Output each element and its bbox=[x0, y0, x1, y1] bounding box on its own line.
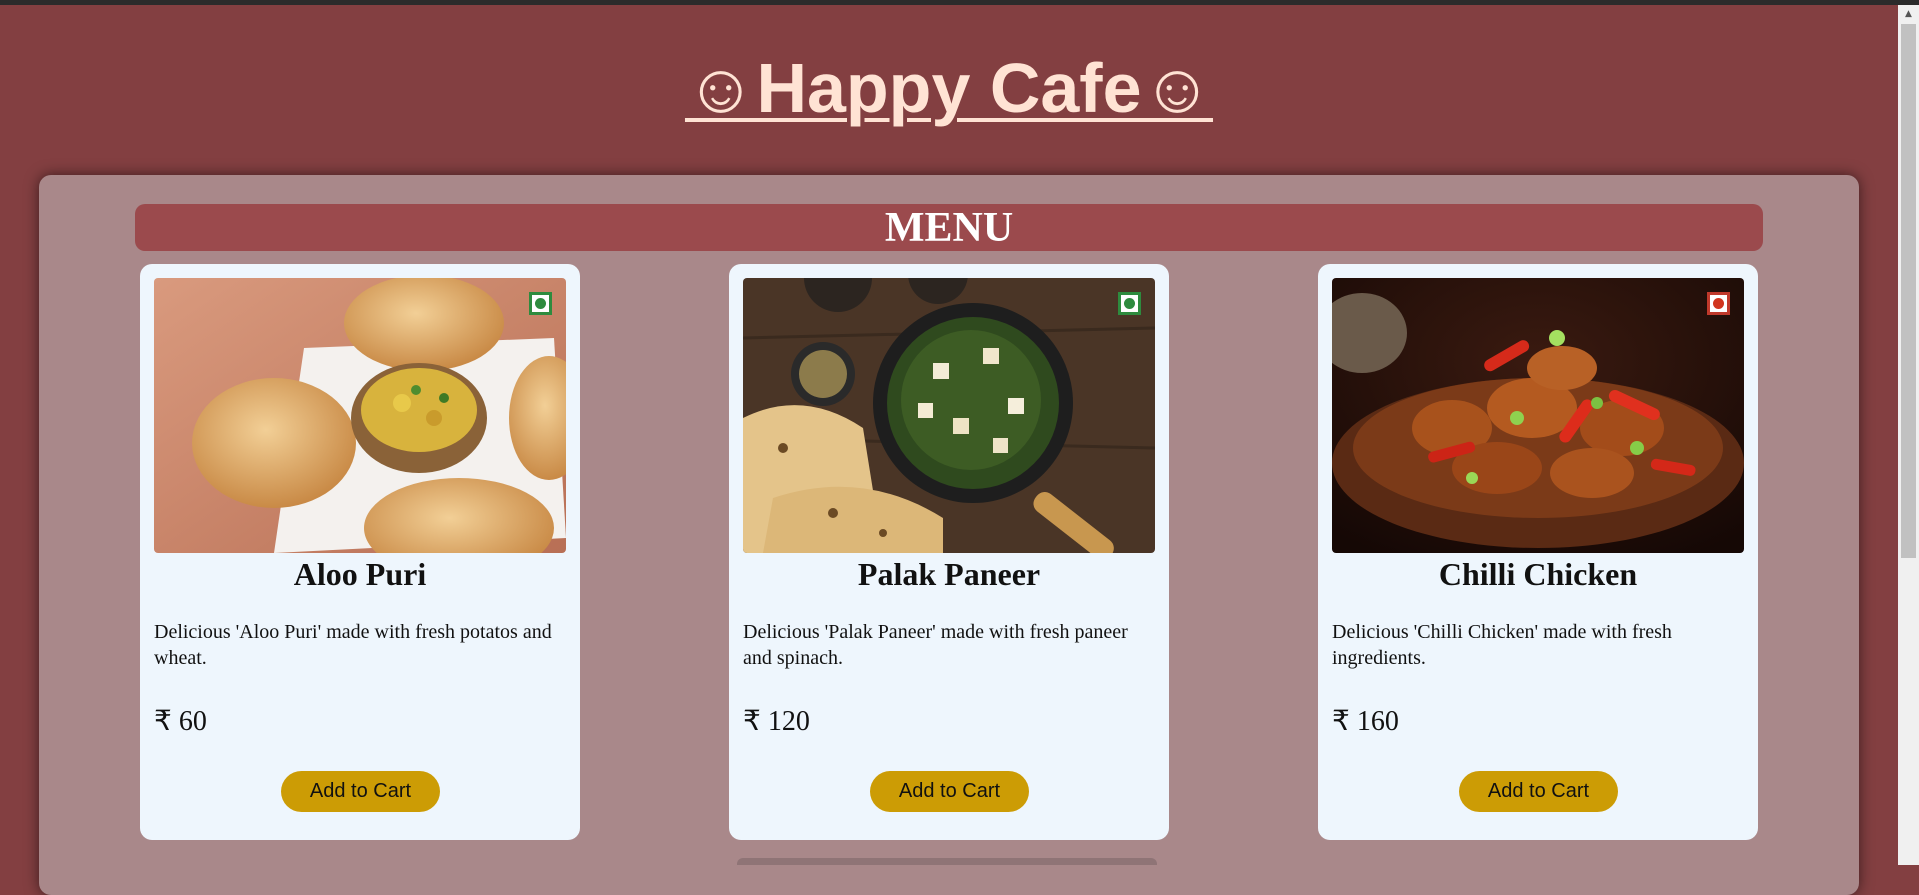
chilli-chicken-image bbox=[1332, 278, 1744, 553]
item-price: ₹ 160 bbox=[1332, 706, 1399, 737]
menu-heading: MENU bbox=[884, 204, 1014, 251]
scrollbar-thumb[interactable] bbox=[1901, 24, 1916, 558]
menu-card-aloo-puri: Aloo Puri Delicious 'Aloo Puri' made wit… bbox=[140, 264, 580, 840]
item-description: Delicious 'Palak Paneer' made with fresh… bbox=[743, 621, 1128, 669]
header: ☺Happy Cafe☺ bbox=[0, 40, 1898, 136]
item-name: Chilli Chicken bbox=[1438, 556, 1638, 592]
nonveg-indicator-icon bbox=[1707, 292, 1730, 315]
site-title: ☺Happy Cafe☺ bbox=[684, 49, 1214, 127]
veg-indicator-icon bbox=[529, 292, 552, 315]
menu-card-chilli-chicken: Chilli Chicken Delicious 'Chilli Chicken… bbox=[1318, 264, 1758, 840]
item-name: Aloo Puri bbox=[293, 556, 427, 592]
item-description: Delicious 'Aloo Puri' made with fresh po… bbox=[154, 621, 552, 669]
menu-card-palak-paneer: Palak Paneer Delicious 'Palak Paneer' ma… bbox=[729, 264, 1169, 840]
add-to-cart-button[interactable]: Add to Cart bbox=[1459, 771, 1618, 812]
item-price: ₹ 120 bbox=[743, 706, 810, 737]
browser-top-edge bbox=[0, 0, 1919, 5]
veg-indicator-icon bbox=[1118, 292, 1141, 315]
item-description: Delicious 'Chilli Chicken' made with fre… bbox=[1332, 621, 1672, 669]
scroll-up-arrow-icon[interactable]: ▲ bbox=[1898, 5, 1919, 22]
item-price: ₹ 60 bbox=[154, 706, 207, 737]
add-to-cart-button[interactable]: Add to Cart bbox=[281, 771, 440, 812]
vertical-scrollbar[interactable]: ▲ bbox=[1898, 5, 1919, 865]
menu-header: MENU bbox=[135, 204, 1763, 251]
item-name: Palak Paneer bbox=[857, 556, 1041, 592]
aloo-puri-image bbox=[154, 278, 566, 553]
palak-paneer-image bbox=[743, 278, 1155, 553]
next-card-edge bbox=[737, 858, 1157, 865]
add-to-cart-button[interactable]: Add to Cart bbox=[870, 771, 1029, 812]
